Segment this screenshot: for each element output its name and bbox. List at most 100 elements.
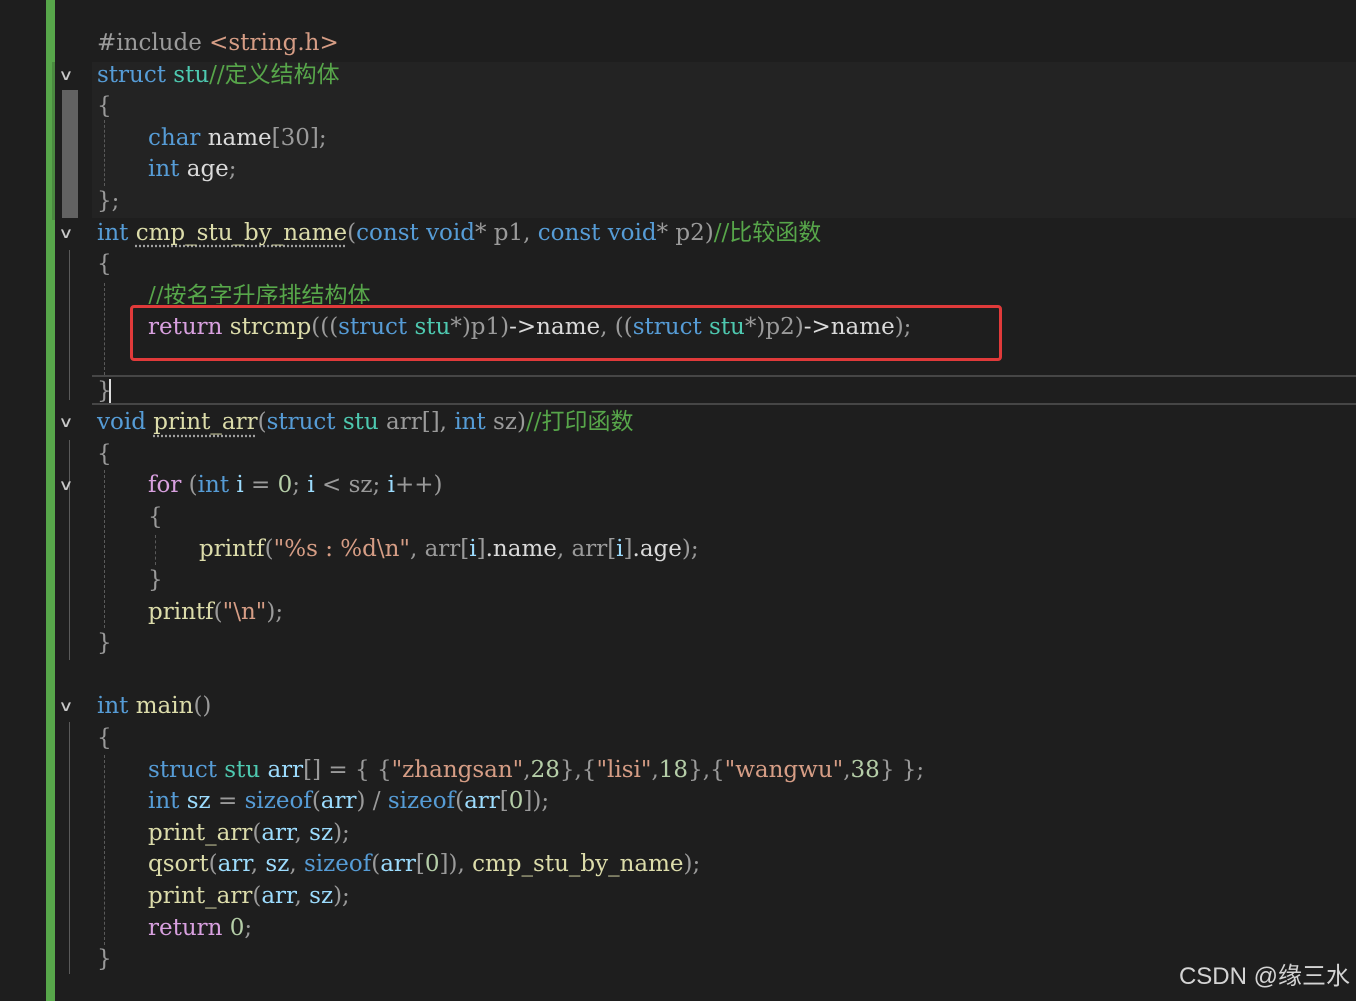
code-line[interactable]: int cmp_stu_by_name(const void* p1, cons…: [97, 218, 1356, 250]
code-token: char: [148, 124, 208, 151]
code-token: }: [148, 567, 163, 594]
code-line[interactable]: void print_arr(struct stu arr[], int sz)…: [97, 407, 1356, 439]
code-token: i: [387, 472, 395, 499]
code-line[interactable]: #include <string.h>: [97, 28, 1356, 60]
code-token: arr: [261, 883, 295, 910]
editor-gutter: [0, 0, 46, 1001]
code-line[interactable]: print_arr(arr, sz);: [97, 818, 1356, 850]
code-token: );: [333, 819, 350, 846]
code-line[interactable]: {: [97, 91, 1356, 123]
code-token: struct: [148, 756, 225, 783]
code-token: stu: [342, 409, 387, 436]
code-token: ,: [289, 851, 304, 878]
code-token: int: [148, 788, 187, 815]
fold-chevron-icon[interactable]: [55, 60, 77, 92]
code-line[interactable]: struct stu arr[] = { {"zhangsan",28},{"l…: [97, 755, 1356, 787]
code-line[interactable]: printf("\n");: [97, 597, 1356, 629]
code-token: (: [264, 535, 274, 562]
code-token: cmp_stu_by_name: [135, 219, 348, 246]
code-token: arr: [464, 788, 500, 815]
fold-chevron-icon[interactable]: [55, 691, 77, 723]
code-line[interactable]: {: [97, 502, 1356, 534]
code-token: [30]: [271, 124, 319, 151]
code-token: (: [188, 472, 198, 499]
code-token: i: [469, 535, 477, 562]
code-line[interactable]: printf("%s : %d\n", arr[i].name, arr[i].…: [97, 534, 1356, 566]
code-token: {: [97, 440, 112, 467]
code-line[interactable]: for (int i = 0; i < sz; i++): [97, 470, 1356, 502]
code-line[interactable]: int age;: [97, 154, 1356, 186]
code-line[interactable]: int sz = sizeof(arr) / sizeof(arr[0]);: [97, 786, 1356, 818]
code-line[interactable]: {: [97, 249, 1356, 281]
code-token: (: [213, 598, 223, 625]
code-token: i: [236, 472, 244, 499]
code-token: void: [426, 219, 475, 246]
code-token: int: [454, 409, 494, 436]
code-token: <string.h>: [209, 30, 339, 56]
code-token: ]: [476, 535, 486, 562]
code-token: {: [148, 503, 163, 530]
code-line[interactable]: [97, 660, 1356, 692]
code-token: , arr[: [409, 535, 470, 562]
code-line[interactable]: return 0;: [97, 913, 1356, 945]
code-token: [: [499, 788, 509, 815]
code-token: [] = { {: [303, 756, 392, 783]
code-line[interactable]: {: [97, 723, 1356, 755]
fold-chevron-icon[interactable]: [55, 218, 77, 250]
annotation-highlight-box: [130, 305, 1002, 361]
code-token: //打印函数: [525, 409, 634, 436]
text-caret: [109, 379, 111, 403]
code-line[interactable]: qsort(arr, sz, sizeof(arr[0]), cmp_stu_b…: [97, 849, 1356, 881]
code-token: {: [97, 93, 112, 120]
code-token: printf: [199, 535, 265, 562]
code-token: * p2): [656, 219, 714, 246]
code-line[interactable]: char name[30];: [97, 123, 1356, 155]
code-token: sz: [186, 788, 211, 815]
code-token: sizeof: [303, 851, 372, 878]
code-token: print_arr: [153, 409, 258, 436]
code-token: ]);: [523, 788, 550, 815]
code-token: stu: [224, 756, 268, 783]
code-line[interactable]: }: [97, 628, 1356, 660]
code-token: ;: [318, 124, 327, 151]
code-token: ;: [292, 472, 308, 499]
code-line[interactable]: struct stu//定义结构体: [97, 60, 1356, 92]
code-token: arr: [380, 851, 416, 878]
code-editor[interactable]: #include <string.h>struct stu//定义结构体{cha…: [97, 28, 1356, 976]
code-line[interactable]: }: [97, 376, 1356, 408]
code-token: (: [311, 788, 321, 815]
code-token: ++): [394, 472, 443, 499]
code-line[interactable]: };: [97, 186, 1356, 218]
code-token: arr: [267, 756, 304, 783]
fold-chevron-icon[interactable]: [55, 407, 77, 439]
code-token: return: [148, 914, 230, 941]
code-token: } };: [879, 756, 925, 783]
code-token: sz: [309, 883, 334, 910]
code-token: sz: [309, 819, 334, 846]
code-line[interactable]: }: [97, 944, 1356, 976]
code-token: 38: [850, 756, 880, 783]
code-token: ) /: [356, 788, 388, 815]
code-line[interactable]: //按名字升序排结构体: [97, 281, 1356, 304]
fold-chevron-icon[interactable]: [55, 470, 77, 502]
code-token: sz): [493, 409, 526, 436]
code-line[interactable]: int main(): [97, 691, 1356, 723]
code-line[interactable]: }: [97, 565, 1356, 597]
code-token: int: [148, 156, 187, 183]
code-token: arr[],: [386, 409, 455, 436]
code-line[interactable]: {: [97, 439, 1356, 471]
code-token: (: [371, 851, 381, 878]
code-token: ]),: [439, 851, 473, 878]
code-token: };: [97, 187, 120, 214]
code-token: sz: [265, 851, 290, 878]
code-token: 0: [229, 914, 245, 941]
code-token: name: [207, 124, 272, 151]
code-token: void: [607, 219, 657, 246]
code-token: ,: [523, 756, 531, 783]
code-token: "zhangsan": [391, 756, 524, 783]
code-token: (: [257, 409, 267, 436]
code-token: );: [681, 535, 699, 562]
code-token: 18: [658, 756, 689, 783]
code-token: for: [148, 472, 189, 499]
code-line[interactable]: print_arr(arr, sz);: [97, 881, 1356, 913]
